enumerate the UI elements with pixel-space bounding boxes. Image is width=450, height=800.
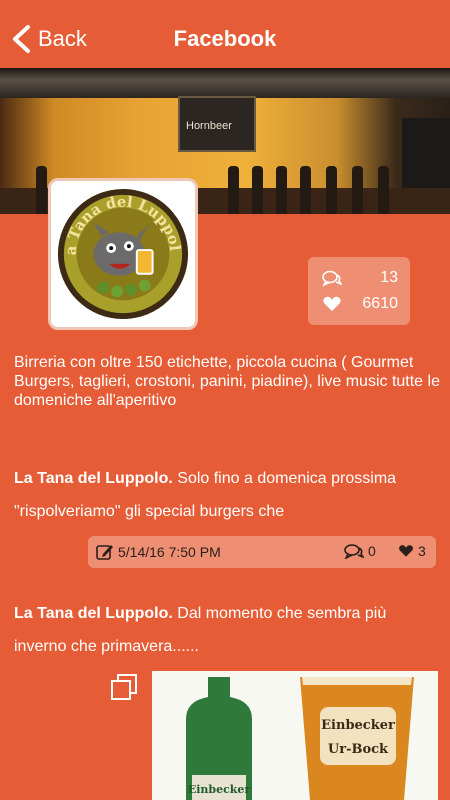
- post-1-comments[interactable]: 0: [344, 543, 376, 559]
- edit-icon: [96, 545, 113, 560]
- cover-sign-text: Hornbeer: [186, 120, 232, 132]
- post-1-author: La Tana del Luppolo.: [14, 470, 173, 487]
- svg-text:Ur-Bock: Ur-Bock: [328, 742, 389, 757]
- cover-bottle: [300, 166, 311, 214]
- cover-bottle: [276, 166, 287, 214]
- beer-tap-bar: [0, 68, 450, 98]
- post-1-meta: 5/14/16 7:50 PM 0 3: [88, 536, 436, 568]
- post-1-date: 5/14/16 7:50 PM: [96, 543, 221, 561]
- comments-count: 13: [380, 269, 398, 286]
- page-title: Facebook: [173, 26, 277, 51]
- cover-sign: Hornbeer: [178, 96, 256, 152]
- cover-bottle: [36, 166, 47, 214]
- beer-photo: Einbecker Ur-Bock Einbecker: [152, 671, 438, 800]
- cover-bottle: [326, 166, 337, 214]
- speech-bubbles-icon: [344, 544, 364, 559]
- post-1-date-text: 5/14/16 7:50 PM: [118, 544, 221, 560]
- app-header: Back Facebook: [0, 0, 450, 78]
- cover-bottle: [378, 166, 389, 214]
- likes-stat: 6610: [322, 293, 398, 315]
- likes-count: 6610: [362, 295, 398, 312]
- gallery-icon[interactable]: [110, 673, 138, 701]
- wolf-logo-icon: la Tana del Luppolo: [54, 185, 189, 320]
- post-1-likes[interactable]: 3: [398, 543, 426, 559]
- page-logo: la Tana del Luppolo: [48, 178, 198, 330]
- speech-bubbles-icon: [322, 270, 342, 287]
- heart-icon: [323, 296, 341, 311]
- post-1-likes-count: 3: [418, 543, 426, 559]
- page-stats: 13 6610: [308, 257, 410, 325]
- svg-text:Einbecker: Einbecker: [188, 783, 251, 796]
- cover-bottle: [352, 166, 363, 214]
- post-2-author: La Tana del Luppolo.: [14, 605, 173, 622]
- svg-text:Einbecker: Einbecker: [321, 718, 395, 733]
- post-1-comments-count: 0: [368, 543, 376, 559]
- comments-stat: 13: [322, 267, 398, 289]
- cover-bottle: [252, 166, 263, 214]
- cover-bottle: [228, 166, 239, 214]
- post-2-photo[interactable]: Einbecker Ur-Bock Einbecker: [152, 671, 438, 800]
- heart-icon: [399, 545, 413, 557]
- page-description: Birreria con oltre 150 etichette, piccol…: [14, 354, 440, 409]
- post-1[interactable]: La Tana del Luppolo. Solo fino a domenic…: [14, 462, 438, 528]
- post-2[interactable]: La Tana del Luppolo. Dal momento che sem…: [14, 597, 438, 663]
